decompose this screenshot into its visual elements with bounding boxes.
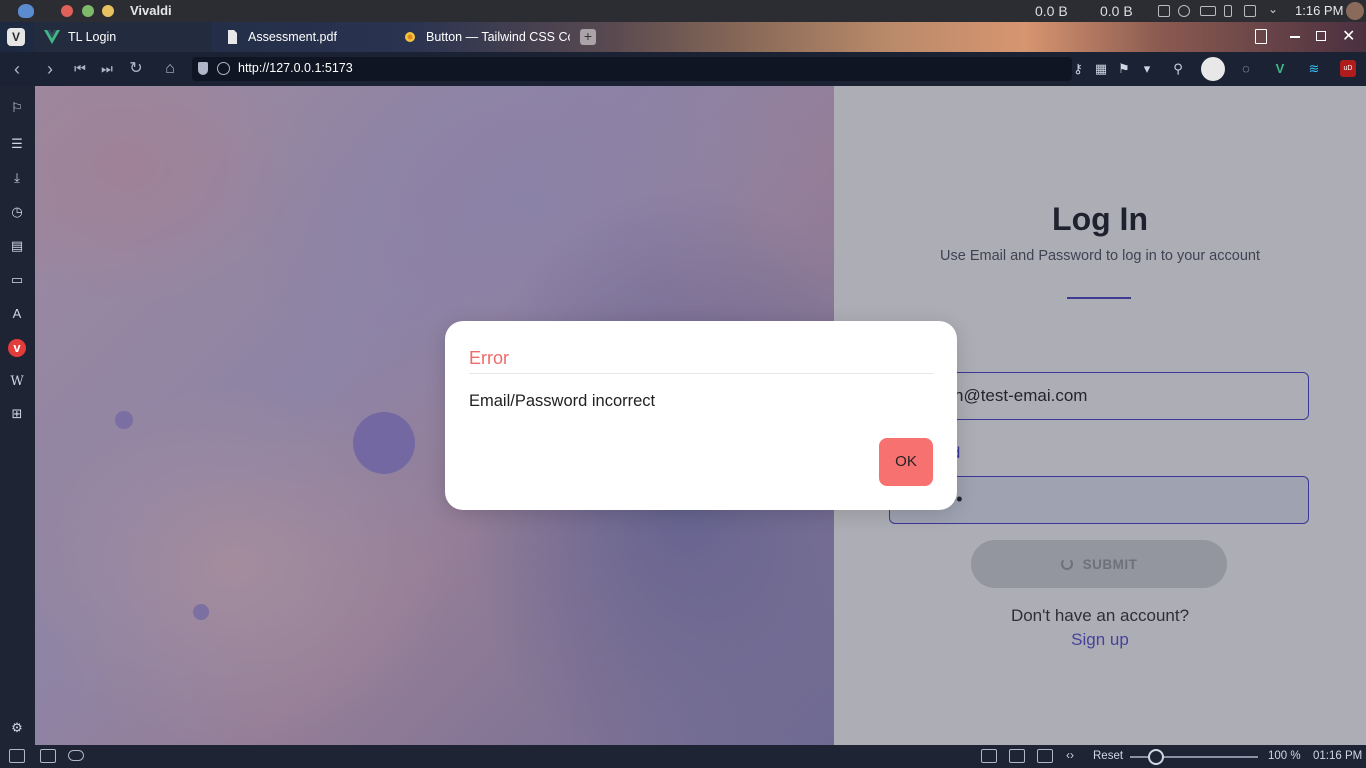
- reading-list-icon[interactable]: ☰: [8, 135, 26, 153]
- image-toggle-icon[interactable]: [1037, 749, 1053, 763]
- add-panel-icon[interactable]: ⊞: [8, 405, 26, 423]
- vue-icon: [44, 29, 60, 45]
- dialog-divider: [469, 373, 933, 374]
- net-down-readout: 0.0 B: [1035, 3, 1068, 19]
- home-icon[interactable]: ⌂: [160, 59, 180, 79]
- forward-icon[interactable]: ›: [40, 59, 60, 79]
- os-menu-icon[interactable]: [18, 4, 34, 18]
- new-tab-button[interactable]: +: [580, 29, 596, 45]
- wikipedia-icon[interactable]: W: [8, 373, 26, 391]
- side-panel: ⚐ ☰ ⤓ ◷ ▤ ▭ A v W ⊞ ⚙: [0, 86, 35, 745]
- sun-icon: [402, 29, 418, 45]
- ok-button[interactable]: OK: [879, 438, 933, 486]
- status-clock: 01:16 PM: [1313, 750, 1363, 762]
- vivaldi-panel-icon[interactable]: v: [8, 339, 26, 357]
- volume-icon[interactable]: [1178, 5, 1190, 17]
- zoom-percent: 100 %: [1268, 750, 1301, 762]
- window-panel-icon[interactable]: ▭: [8, 271, 26, 289]
- page-actions-icon[interactable]: ‹›: [1066, 748, 1074, 762]
- bookmark-menu-icon[interactable]: ▾: [1139, 61, 1155, 77]
- page-viewport: Log In Use Email and Password to log in …: [35, 86, 1366, 745]
- vivaldi-menu-icon[interactable]: V: [7, 28, 25, 46]
- dialog-message: Email/Password incorrect: [469, 392, 656, 410]
- bookmarks-panel-icon[interactable]: ⚐: [8, 99, 26, 117]
- tab-assessment-pdf[interactable]: Assessment.pdf: [214, 22, 390, 52]
- reload-icon[interactable]: ↻: [126, 59, 146, 79]
- key-icon[interactable]: ⚷: [1070, 61, 1086, 77]
- user-avatar[interactable]: [1346, 2, 1364, 20]
- window-restore-button[interactable]: [1316, 31, 1326, 41]
- trash-icon[interactable]: [1255, 29, 1267, 44]
- dialog-title: Error: [469, 348, 509, 368]
- close-window-dot[interactable]: [61, 5, 73, 17]
- page-tiling-icon[interactable]: [1009, 749, 1025, 763]
- tab-tiling-icon[interactable]: [40, 749, 56, 763]
- url-field[interactable]: http://127.0.0.1:5173: [192, 57, 1072, 81]
- search-icon[interactable]: ⚲: [1170, 61, 1186, 77]
- zoom-reset-button[interactable]: Reset: [1093, 750, 1123, 762]
- zoom-slider-handle[interactable]: [1148, 749, 1164, 765]
- tab-label: Button — Tailwind CSS Com: [426, 30, 570, 44]
- maximize-window-dot[interactable]: [82, 5, 94, 17]
- minimize-window-dot[interactable]: [102, 5, 114, 17]
- tab-bar: V TL Login Assessment.pdf Button — Tailw…: [0, 22, 1366, 52]
- toggle-panel-icon[interactable]: [9, 749, 25, 763]
- downloads-icon[interactable]: ⤓: [8, 169, 26, 187]
- vue-devtools-icon[interactable]: V: [1272, 61, 1288, 77]
- qr-code-icon[interactable]: ▦: [1093, 61, 1109, 77]
- site-info-icon[interactable]: [217, 62, 230, 75]
- chevron-down-icon[interactable]: ⌄: [1268, 2, 1278, 16]
- notes-icon[interactable]: ▤: [8, 237, 26, 255]
- os-top-bar: Vivaldi 0.0 B 0.0 B ⌄ 1:16 PM: [0, 0, 1366, 22]
- bluetooth-icon[interactable]: [1224, 5, 1232, 17]
- tailwind-extension-icon[interactable]: ≋: [1306, 61, 1322, 77]
- tab-tailwind-button[interactable]: Button — Tailwind CSS Com: [392, 22, 570, 52]
- bookmark-icon[interactable]: ⚑: [1116, 61, 1132, 77]
- rewind-icon[interactable]: ⏮: [70, 59, 90, 79]
- tab-tl-login[interactable]: TL Login: [34, 22, 212, 52]
- status-bar: ‹› Reset 100 % 01:16 PM: [0, 745, 1366, 768]
- url-text: http://127.0.0.1:5173: [238, 61, 353, 75]
- profile-icon[interactable]: [1201, 57, 1225, 81]
- fast-forward-icon[interactable]: ⏭: [97, 59, 117, 79]
- address-bar: ‹ › ⏮ ⏭ ↻ ⌂ http://127.0.0.1:5173 ⚷ ▦ ⚑ …: [0, 52, 1366, 86]
- capture-icon[interactable]: [981, 749, 997, 763]
- window-minimize-button[interactable]: [1290, 36, 1300, 38]
- sync-cloud-icon[interactable]: [68, 750, 84, 761]
- clipboard-icon[interactable]: [1158, 5, 1170, 17]
- document-icon: [224, 29, 240, 45]
- history-icon[interactable]: ◷: [8, 203, 26, 221]
- app-name: Vivaldi: [130, 3, 172, 18]
- ublock-icon[interactable]: uD: [1340, 60, 1356, 77]
- error-dialog: Error Email/Password incorrect OK: [445, 321, 957, 510]
- translate-icon[interactable]: A: [8, 305, 26, 323]
- shield-icon[interactable]: [198, 62, 208, 75]
- window-close-button[interactable]: ✕: [1342, 26, 1355, 46]
- tab-label: Assessment.pdf: [248, 30, 337, 44]
- os-clock: 1:16 PM: [1295, 3, 1344, 18]
- tab-label: TL Login: [68, 30, 117, 44]
- settings-gear-icon[interactable]: ⚙: [8, 719, 26, 737]
- extension-icon[interactable]: ◌: [1238, 61, 1254, 77]
- battery-icon[interactable]: [1200, 6, 1216, 16]
- net-up-readout: 0.0 B: [1100, 3, 1133, 19]
- back-icon[interactable]: ‹: [7, 59, 27, 79]
- display-icon[interactable]: [1244, 5, 1256, 17]
